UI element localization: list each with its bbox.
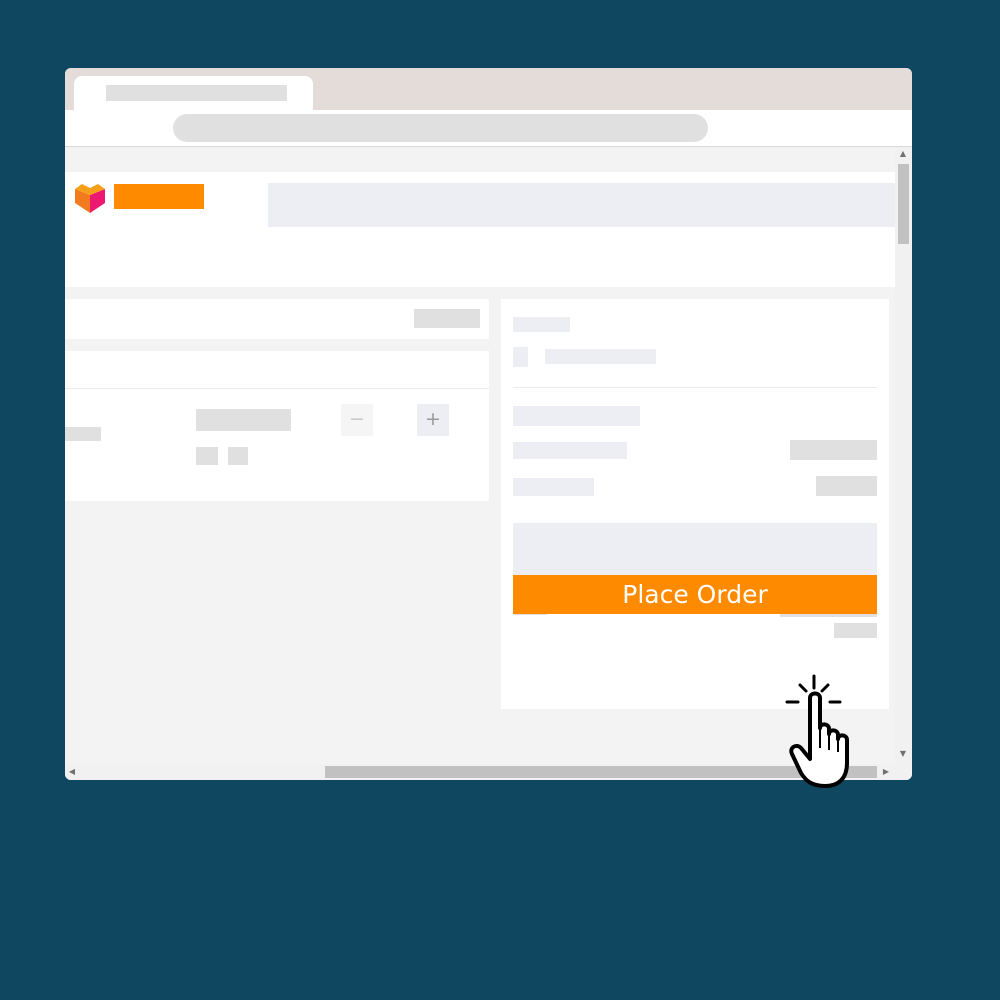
hand-pointer-click-icon [785,674,849,788]
tab-title-placeholder [106,85,287,101]
tax-note-placeholder [834,623,877,638]
shipping-label-placeholder [513,478,594,496]
search-bar[interactable] [268,183,895,227]
summary-title-placeholder [513,317,570,332]
summary-heading-placeholder [513,406,640,426]
vertical-scroll-thumb[interactable] [898,164,909,244]
item-text-placeholder [65,427,101,441]
shipping-value-placeholder [816,476,877,496]
quantity-increase-button[interactable]: + [417,404,449,436]
site-header [65,172,895,287]
voucher-checkbox[interactable] [513,347,528,367]
place-order-button[interactable]: Place Order [513,575,877,614]
item-variant-placeholder [228,447,248,465]
subtotal-value-placeholder [790,440,877,460]
edit-link-placeholder[interactable] [414,309,480,328]
divider [65,388,489,389]
scroll-up-arrow-icon[interactable]: ▲ [898,149,908,159]
item-name-placeholder [196,409,291,431]
voucher-label-placeholder [545,349,656,364]
scroll-right-arrow-icon[interactable]: ▶ [881,767,891,777]
browser-toolbar [65,110,912,147]
delivery-card [65,299,489,339]
vertical-scrollbar[interactable]: ▲ ▼ [895,147,912,764]
browser-tab[interactable] [74,76,313,110]
shop-heart-logo-icon[interactable] [73,183,107,215]
voucher-code-input[interactable] [513,523,877,580]
item-variant-placeholder [196,447,218,465]
order-summary-panel [501,299,889,709]
tab-strip [65,68,912,110]
brand-wordmark[interactable] [114,184,204,209]
subtotal-label-placeholder [513,442,627,459]
quantity-decrease-button[interactable]: − [341,404,373,436]
scroll-down-arrow-icon[interactable]: ▼ [898,749,908,759]
page-content: − + [65,147,895,764]
package-card: − + [65,351,489,501]
scroll-left-arrow-icon[interactable]: ◀ [67,767,77,777]
address-bar[interactable] [173,114,708,142]
summary-divider [513,387,877,388]
